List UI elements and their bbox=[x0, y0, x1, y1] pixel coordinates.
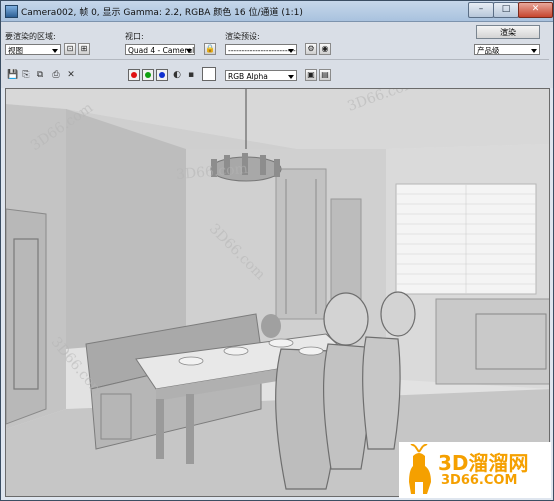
environment-icon[interactable]: ◉ bbox=[319, 43, 331, 55]
save-image-icon[interactable]: 💾 bbox=[7, 70, 18, 80]
window-title: Camera002, 帧 0, 显示 Gamma: 2.2, RGBA 颜色 1… bbox=[21, 8, 303, 18]
quality-dropdown[interactable]: 产品级 bbox=[474, 44, 540, 55]
titlebar: Camera002, 帧 0, 显示 Gamma: 2.2, RGBA 颜色 1… bbox=[1, 1, 553, 22]
mono-toggle-icon[interactable]: ▪ bbox=[186, 70, 196, 80]
channel-dropdown-value: RGB Alpha bbox=[228, 72, 268, 81]
area-dropdown-value: 视图 bbox=[8, 46, 23, 55]
render-frame-window: Camera002, 帧 0, 显示 Gamma: 2.2, RGBA 颜色 1… bbox=[0, 0, 554, 501]
chevron-down-icon bbox=[52, 49, 58, 53]
area-dropdown[interactable]: 视图 bbox=[5, 44, 61, 55]
auto-region-icon[interactable]: ⊞ bbox=[78, 43, 90, 55]
color-swatch[interactable] bbox=[202, 67, 216, 81]
edit-region-icon[interactable]: ⊡ bbox=[64, 43, 76, 55]
green-dot-icon bbox=[145, 72, 151, 78]
minimize-button[interactable]: – bbox=[468, 2, 494, 18]
render-toolbar: 要渲染的区域: 视图 ⊡ ⊞ 视口: Quad 4 - Cameral 🔒 渲染… bbox=[1, 22, 553, 88]
channel-dropdown[interactable]: RGB Alpha bbox=[225, 70, 297, 81]
app-icon bbox=[5, 5, 18, 18]
red-dot-icon bbox=[131, 72, 137, 78]
chevron-down-icon bbox=[288, 75, 294, 79]
clone-frame-icon[interactable]: ⧉ bbox=[35, 70, 45, 80]
render-viewport-image: 3D66.com 3D66.com 3D66.com 3D66.com 3D66… bbox=[5, 88, 550, 497]
maximize-button[interactable]: □ bbox=[493, 2, 519, 18]
chevron-down-icon bbox=[531, 49, 537, 53]
deer-logo-icon bbox=[409, 444, 431, 494]
blue-channel-toggle[interactable] bbox=[156, 69, 168, 81]
toolbar-divider bbox=[5, 59, 549, 60]
chevron-down-icon bbox=[288, 49, 294, 53]
logo-text: 3D溜溜网 bbox=[438, 451, 529, 475]
render-button[interactable]: 渲染 bbox=[476, 25, 540, 39]
green-channel-toggle[interactable] bbox=[142, 69, 154, 81]
quality-dropdown-value: 产品级 bbox=[477, 46, 500, 55]
logo-subtext: 3D66.COM bbox=[441, 473, 518, 488]
area-label: 要渲染的区域: bbox=[5, 32, 56, 41]
copy-image-icon[interactable]: ⎘ bbox=[21, 70, 31, 80]
toggle-ui-icon[interactable]: ▣ bbox=[305, 69, 317, 81]
render-setup-icon[interactable]: ⚙ bbox=[305, 43, 317, 55]
viewport-dropdown-value: Quad 4 - Cameral bbox=[128, 46, 195, 55]
chevron-down-icon bbox=[186, 49, 192, 53]
preset-dropdown[interactable]: -------------------------- bbox=[225, 44, 297, 55]
viewport-dropdown[interactable]: Quad 4 - Cameral bbox=[125, 44, 195, 55]
alpha-toggle-icon[interactable]: ◐ bbox=[172, 70, 182, 80]
display-overlay-icon[interactable]: ▤ bbox=[319, 69, 331, 81]
red-channel-toggle[interactable] bbox=[128, 69, 140, 81]
clear-icon[interactable]: ✕ bbox=[66, 70, 76, 80]
dining-room-render bbox=[6, 89, 549, 496]
viewport-label: 视口: bbox=[125, 32, 144, 41]
preset-label: 渲染预设: bbox=[225, 32, 260, 41]
print-icon[interactable]: ⎙ bbox=[51, 70, 61, 80]
preset-dropdown-value: -------------------------- bbox=[228, 46, 297, 55]
blue-dot-icon bbox=[159, 72, 165, 78]
close-button[interactable]: ✕ bbox=[518, 2, 553, 18]
lock-icon[interactable]: 🔒 bbox=[204, 43, 216, 55]
